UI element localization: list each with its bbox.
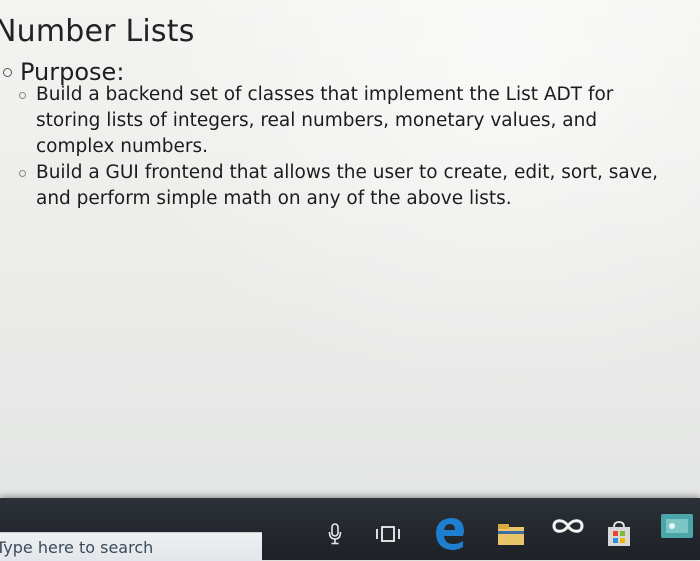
infinity-app-icon[interactable]: [548, 512, 588, 540]
store-icon[interactable]: [604, 520, 634, 548]
slide-title: Number Lists: [0, 14, 195, 49]
pinned-app-icon[interactable]: [660, 512, 694, 540]
taskbar-search-box[interactable]: Type here to search: [0, 532, 262, 561]
file-explorer-icon[interactable]: [496, 520, 526, 548]
task-view-icon[interactable]: [374, 520, 402, 548]
bullet-item: Build a backend set of classes that impl…: [16, 82, 666, 160]
bullet-circle-icon: [19, 92, 26, 99]
microphone-icon[interactable]: [324, 520, 346, 548]
purpose-bullet-list: Build a backend set of classes that impl…: [16, 82, 666, 212]
bullet-text: Build a backend set of classes that impl…: [36, 84, 614, 157]
windows-taskbar: Type here to search: [0, 498, 700, 561]
edge-browser-icon[interactable]: [432, 514, 468, 550]
bullet-item: Build a GUI frontend that allows the use…: [16, 160, 666, 212]
bullet-circle-icon: [3, 67, 12, 77]
bullet-circle-icon: [19, 170, 26, 177]
search-placeholder: Type here to search: [0, 538, 154, 557]
slide-canvas: Number Lists Purpose: Build a backend se…: [0, 0, 700, 500]
bullet-text: Build a GUI frontend that allows the use…: [36, 162, 658, 209]
